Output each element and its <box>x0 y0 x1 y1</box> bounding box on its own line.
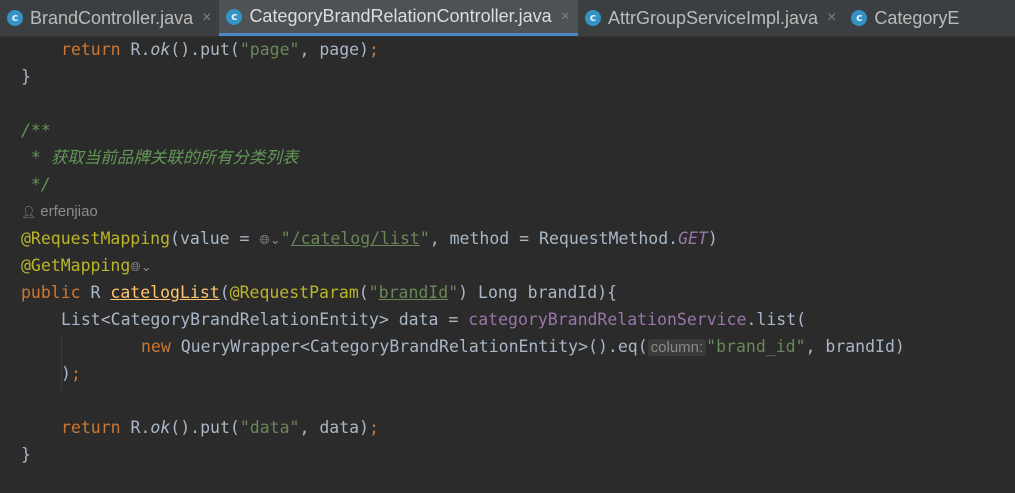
annotation: @RequestMapping <box>21 229 171 248</box>
code-token: ().put( <box>170 418 240 437</box>
query-wrapper-line: new QueryWrapper<CategoryBrandRelationEn… <box>21 333 905 360</box>
return-line: return R.ok().put("data", data); <box>21 414 379 441</box>
string-quote: " <box>419 229 430 248</box>
get-mapping-line: @GetMapping🌐︎⌄ <box>21 252 152 279</box>
parameter-hint: column: <box>647 339 707 356</box>
annotation: @GetMapping <box>21 256 131 275</box>
semicolon: ; <box>369 40 379 59</box>
tab-label: CategoryBrandRelationController.java <box>249 6 552 26</box>
editor-tab-4[interactable]: c CategoryE <box>844 0 967 36</box>
class-icon: c <box>226 8 243 25</box>
code-token: ( <box>358 283 369 302</box>
request-mapping-line: @RequestMapping(value = 🌐︎⌄"/catelog/lis… <box>21 225 718 252</box>
string-quote: " <box>280 229 291 248</box>
tab-label: AttrGroupServiceImpl.java <box>607 7 819 28</box>
code-token: R <box>80 283 111 302</box>
doc-token: * <box>21 148 51 167</box>
code-token: ok <box>150 418 171 437</box>
close-icon[interactable]: × <box>561 8 570 26</box>
list-declaration-line: List<CategoryBrandRelationEntity> data =… <box>21 306 806 333</box>
string-literal: "data" <box>239 418 300 437</box>
keyword-public: public <box>21 283 81 302</box>
keyword-new: new <box>141 337 171 356</box>
code-token: R. <box>120 40 151 59</box>
chevron-down-icon[interactable]: ⌄ <box>141 260 152 275</box>
chevron-down-icon[interactable]: ⌄ <box>270 233 281 248</box>
code-token: , page) <box>299 40 369 59</box>
string-literal: "brand_id" <box>706 337 806 356</box>
editor-tab-3[interactable]: c AttrGroupServiceImpl.java × <box>578 0 844 36</box>
author-name: erfenjiao <box>40 203 98 220</box>
string-quote: " <box>368 283 379 302</box>
code-editor[interactable]: return R.ok().put("page", page); } /** *… <box>0 36 1015 493</box>
code-token: List<CategoryBrandRelationEntity> data = <box>61 310 469 329</box>
class-icon: c <box>851 10 868 26</box>
class-icon: c <box>584 10 601 26</box>
code-token: , brandId) <box>805 337 905 356</box>
method-name[interactable]: catelogList <box>110 283 219 302</box>
code-token: ) Long brandId){ <box>458 283 618 302</box>
keyword-return: return <box>61 418 121 437</box>
code-line-2: } <box>21 63 31 90</box>
code-token: (value = <box>170 229 260 248</box>
code-token: , data) <box>299 418 369 437</box>
code-token: ) <box>61 364 71 383</box>
code-token: ().put( <box>170 40 240 59</box>
param-name-string: brandId <box>378 283 449 302</box>
code-token: .list( <box>746 310 807 329</box>
doc-comment-text: * 获取当前品牌关联的所有分类列表 <box>21 144 298 171</box>
globe-icon[interactable]: 🌐︎ <box>259 233 269 248</box>
doc-chinese-text: 获取当前品牌关联的所有分类列表 <box>50 148 299 167</box>
doc-token: */ <box>21 175 51 194</box>
paren-close-line: ); <box>21 360 81 387</box>
tab-label: CategoryE <box>874 7 960 28</box>
person-icon: 👤︎ <box>21 205 37 219</box>
code-token: R. <box>120 418 151 437</box>
doc-comment-open: /** <box>21 117 51 144</box>
editor-tab-bar: c BrandController.java × c CategoryBrandRela… <box>0 0 1015 37</box>
code-token: ) <box>707 229 718 248</box>
enum-constant: GET <box>678 229 708 248</box>
class-icon: c <box>7 10 23 26</box>
brace: } <box>21 67 31 86</box>
method-close-brace: } <box>21 441 31 468</box>
url-path-link[interactable]: /catelog/list <box>291 229 420 248</box>
code-token: ( <box>219 283 230 302</box>
close-icon[interactable]: × <box>827 9 836 27</box>
brace: } <box>21 445 31 464</box>
globe-icon[interactable]: 🌐︎ <box>130 260 140 275</box>
keyword-return: return <box>61 40 121 59</box>
field-reference: categoryBrandRelationService <box>468 310 747 329</box>
semicolon: ; <box>70 364 81 383</box>
code-token: QueryWrapper<CategoryBrandRelationEntity… <box>170 337 648 356</box>
editor-tab-1[interactable]: c BrandController.java × <box>0 0 219 36</box>
author-inlay[interactable]: 👤︎ erfenjiao <box>21 198 98 225</box>
annotation: @RequestParam <box>229 283 359 302</box>
semicolon: ; <box>369 418 379 437</box>
code-line-1: return R.ok().put("page", page); <box>21 36 379 63</box>
doc-token: /** <box>21 121 51 140</box>
method-signature-line: public R catelogList(@RequestParam("bran… <box>21 279 617 306</box>
code-token: ok <box>150 40 171 59</box>
code-token: , method = RequestMethod. <box>429 229 679 248</box>
editor-tab-2[interactable]: c CategoryBrandRelationController.java × <box>219 0 578 36</box>
close-icon[interactable]: × <box>202 9 211 27</box>
doc-comment-close: */ <box>21 171 51 198</box>
string-literal: "page" <box>239 40 300 59</box>
string-quote: " <box>448 283 459 302</box>
tab-label: BrandController.java <box>30 7 194 28</box>
